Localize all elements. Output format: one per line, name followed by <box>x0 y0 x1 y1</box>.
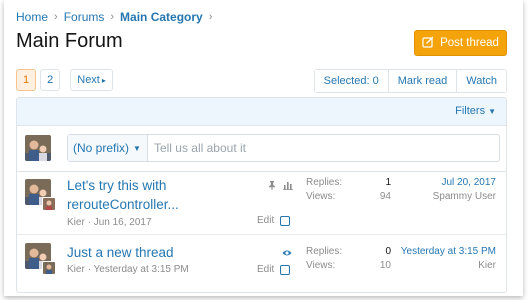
thread-start-date[interactable]: Jun 16, 2017 <box>94 217 152 228</box>
pagination: 1 2 Next ▸ <box>16 69 113 91</box>
page-1-link[interactable]: 1 <box>16 69 37 91</box>
thread-author[interactable]: Kier <box>67 217 85 228</box>
last-post-date[interactable]: Yesterday at 3:15 PM <box>401 245 496 259</box>
thread-title-line2: rerouteController... <box>67 197 179 212</box>
breadcrumb-main-category[interactable]: Main Category <box>120 10 203 24</box>
replies-count: 0 <box>385 246 391 257</box>
thread-status-icons <box>282 248 292 258</box>
last-poster-avatar <box>42 197 56 211</box>
thread-select-checkbox[interactable] <box>280 216 290 226</box>
edit-link[interactable]: Edit <box>257 264 274 275</box>
pin-icon <box>267 180 277 190</box>
avatar <box>25 135 51 161</box>
views-label: Views: <box>306 191 336 202</box>
last-post-date[interactable]: Jul 20, 2017 <box>433 176 497 190</box>
filters-label: Filters <box>455 105 486 117</box>
thread-meta: Kier · Jun 16, 2017 <box>67 217 152 228</box>
thread-row: Let's try this with rerouteController...… <box>17 173 506 235</box>
watch-button[interactable]: Watch <box>457 70 506 92</box>
last-post-user[interactable]: Spammy User <box>433 190 496 204</box>
thread-stats: Replies: 1 Views: 94 <box>306 176 391 204</box>
filter-bar: Filters ▼ <box>17 98 506 126</box>
breadcrumb-separator-icon: › <box>208 11 213 23</box>
post-thread-button[interactable]: Post thread <box>414 30 507 56</box>
thread-latest: Jul 20, 2017 Spammy User <box>433 176 496 204</box>
prefix-dropdown[interactable]: (No prefix) ▼ <box>68 135 148 161</box>
quick-thread-row: (No prefix) ▼ <box>17 127 506 172</box>
caret-down-icon: ▼ <box>133 143 141 153</box>
thread-select-checkbox[interactable] <box>280 265 290 275</box>
watched-eye-icon <box>282 248 292 258</box>
thread-row: Just a new thread Kier · Yesterday at 3:… <box>17 236 506 292</box>
caret-down-icon: ▼ <box>488 107 496 116</box>
replies-label: Replies: <box>306 246 343 257</box>
views-count: 10 <box>379 260 391 271</box>
poll-icon <box>283 180 293 190</box>
thread-latest: Yesterday at 3:15 PM Kier <box>401 245 496 273</box>
last-post-user[interactable]: Kier <box>401 259 496 273</box>
last-poster-avatar <box>42 261 56 275</box>
page-title: Main Forum <box>16 30 123 52</box>
quick-thread-form: (No prefix) ▼ <box>67 134 500 162</box>
thread-list: Filters▼ (No prefix)▼ Let' <box>16 97 507 293</box>
next-page-button[interactable]: Next ▸ <box>70 69 113 91</box>
replies-count: 1 <box>385 177 391 188</box>
post-thread-label: Post thread <box>440 37 499 49</box>
thread-meta: Kier · Yesterday at 3:15 PM <box>67 264 189 275</box>
breadcrumb-home[interactable]: Home <box>16 10 48 24</box>
compose-icon <box>422 36 434 51</box>
breadcrumb-forums[interactable]: Forums <box>64 10 105 24</box>
mark-read-button[interactable]: Mark read <box>388 70 458 92</box>
breadcrumb-separator-icon: › <box>54 11 58 23</box>
thread-title-input[interactable] <box>147 135 499 161</box>
forum-page: Home › Forums › Main Category › Main For… <box>4 0 523 296</box>
edit-link[interactable]: Edit <box>257 215 274 226</box>
breadcrumb: Home › Forums › Main Category › <box>16 10 218 24</box>
filters-dropdown[interactable]: Filters ▼ <box>455 105 496 117</box>
page-2-link[interactable]: 2 <box>40 69 61 91</box>
selected-button[interactable]: Selected: 0 <box>314 70 389 92</box>
thread-toolbar: Selected: 0 Mark read Watch <box>313 69 507 93</box>
replies-label: Replies: <box>306 177 343 188</box>
views-label: Views: <box>306 260 336 271</box>
thread-author[interactable]: Kier <box>67 264 85 275</box>
thread-title-line1: Let's try this with <box>67 178 167 193</box>
next-label: Next <box>77 74 100 86</box>
views-count: 94 <box>379 191 391 202</box>
thread-title-link[interactable]: Let's try this with rerouteController... <box>67 176 179 214</box>
thread-stats: Replies: 0 Views: 10 <box>306 245 391 273</box>
breadcrumb-separator-icon: › <box>110 11 115 23</box>
thread-start-date[interactable]: Yesterday at 3:15 PM <box>94 264 189 275</box>
chevron-right-icon: ▸ <box>101 75 106 85</box>
thread-status-icons <box>267 180 293 190</box>
prefix-label: (No prefix) <box>73 141 130 155</box>
thread-title-link[interactable]: Just a new thread <box>67 243 174 262</box>
